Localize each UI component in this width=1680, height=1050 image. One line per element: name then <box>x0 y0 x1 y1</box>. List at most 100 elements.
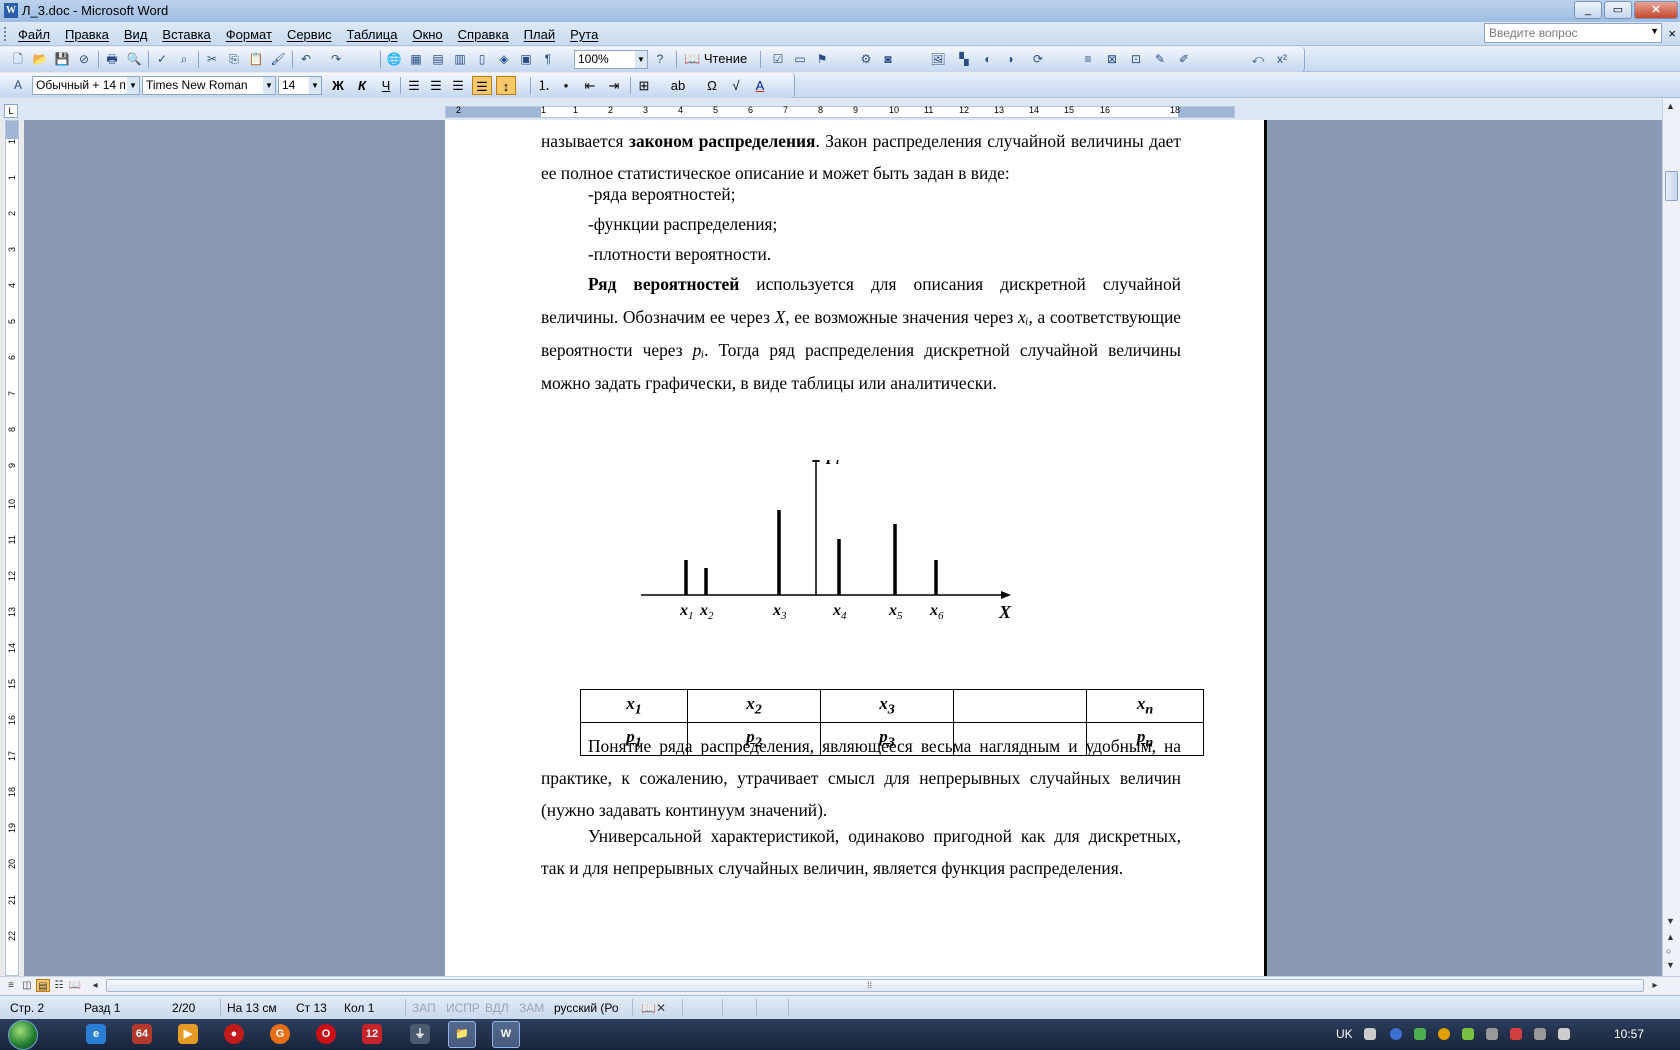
menu-grip[interactable] <box>4 27 7 41</box>
hyperlink-icon[interactable]: 🌐 <box>386 51 402 67</box>
tray-clock[interactable]: 10:57 <box>1614 1027 1644 1041</box>
zoom-select[interactable]: 100% ▼ <box>574 50 648 69</box>
help-icon[interactable]: ? <box>652 51 668 67</box>
align-center-icon[interactable]: ☰ <box>426 76 446 95</box>
insert-table-icon[interactable]: ▤ <box>430 51 446 67</box>
table-cell[interactable]: xn <box>1086 689 1204 723</box>
text-wrap-icon[interactable]: ⊡ <box>1128 51 1144 67</box>
control-icon[interactable]: ◙ <box>880 51 896 67</box>
security-icon[interactable] <box>1510 1028 1522 1040</box>
contrast-icon[interactable]: ◐ <box>980 51 996 67</box>
decrease-indent-icon[interactable]: ⇤ <box>580 76 600 95</box>
print-preview-icon[interactable]: 🔍 <box>126 51 142 67</box>
menu-file[interactable]: Файл <box>18 27 50 42</box>
increase-indent-icon[interactable]: ⇥ <box>604 76 624 95</box>
table-cell[interactable] <box>953 689 1087 723</box>
redo-icon[interactable]: ↷ <box>328 51 344 67</box>
tray-language[interactable]: UK <box>1336 1027 1353 1041</box>
print-layout-icon[interactable]: ▤ <box>36 979 50 992</box>
scroll-grip-icon[interactable]: ⁞⁞ <box>867 980 872 990</box>
scroll-right-icon[interactable]: ▸ <box>1648 979 1662 992</box>
bullets-icon[interactable]: • <box>556 76 576 95</box>
picture-icon[interactable]: 🖼 <box>930 51 946 67</box>
horizontal-ruler[interactable]: 2 1 1 2 3 4 5 6 7 8 9 10 11 12 13 14 15 16 18 <box>445 105 1235 118</box>
prev-page-icon[interactable]: ▲ <box>1666 932 1675 942</box>
keyboard-icon[interactable] <box>1364 1028 1376 1040</box>
undo-icon[interactable]: ↶ <box>298 51 314 67</box>
open-folder-icon[interactable]: 📂 <box>32 51 48 67</box>
64-icon[interactable]: 64 <box>132 1024 152 1044</box>
opera-red-icon[interactable]: O <box>316 1024 336 1044</box>
status-overtype[interactable]: ЗАМ <box>519 1001 544 1015</box>
ie-icon[interactable]: e <box>86 1024 106 1044</box>
scroll-down-icon[interactable]: ▼ <box>1666 916 1675 926</box>
insert-excel-icon[interactable]: ▥ <box>452 51 468 67</box>
media-icon[interactable]: ▶ <box>178 1024 198 1044</box>
chevron-down-icon[interactable]: ▼ <box>309 77 321 94</box>
menu-tools[interactable]: Сервис <box>287 27 332 42</box>
align-right-icon[interactable]: ☰ <box>448 76 468 95</box>
vertical-ruler[interactable]: 1 1 2 3 4 5 6 7 8 9 10 11 12 13 14 15 16 17 18 19 20 21 22 <box>5 120 19 976</box>
borders-icon[interactable]: ⊞ <box>634 76 654 95</box>
table-cell[interactable]: x1 <box>580 689 688 723</box>
menu-table[interactable]: Таблица <box>346 27 397 42</box>
tab-selector[interactable]: L <box>4 104 18 118</box>
restore-button[interactable]: ▭ <box>1604 1 1632 19</box>
start-button[interactable] <box>8 1020 38 1050</box>
drawing-icon[interactable]: ◈ <box>496 51 512 67</box>
save-icon[interactable]: 💾 <box>54 51 70 67</box>
menu-play[interactable]: Плай <box>524 27 555 42</box>
flash-icon[interactable] <box>1390 1028 1402 1040</box>
doc-close-icon[interactable]: × <box>1668 26 1676 41</box>
speaker-icon[interactable] <box>1414 1028 1426 1040</box>
copy-icon[interactable]: ⎘ <box>226 51 242 67</box>
web-tools-icon[interactable]: ⚙ <box>858 51 874 67</box>
justify-icon[interactable]: ☰ <box>472 76 492 95</box>
explorer-icon[interactable]: 📁 <box>448 1021 476 1048</box>
scroll-left-icon[interactable]: ◂ <box>88 979 102 992</box>
menu-edit[interactable]: Правка <box>65 27 109 42</box>
status-language[interactable]: русский (Ро <box>554 1001 619 1015</box>
print-icon[interactable]: 🖶 <box>104 51 120 67</box>
table-cell[interactable]: x3 <box>820 689 954 723</box>
document-map-icon[interactable]: ▣ <box>518 51 534 67</box>
menu-ruta[interactable]: Рута <box>570 27 598 42</box>
italic-button[interactable]: К <box>352 76 372 95</box>
flag-icon[interactable]: ⚑ <box>814 51 830 67</box>
usb-icon[interactable]: ⏚ <box>410 1024 430 1044</box>
tables-borders-icon[interactable]: ▦ <box>408 51 424 67</box>
ask-dropdown-icon[interactable]: ▼ <box>1650 26 1659 36</box>
menu-view[interactable]: Вид <box>124 27 148 42</box>
status-record[interactable]: ЗАП <box>412 1001 436 1015</box>
numbering-icon[interactable]: ⒈ <box>534 76 554 95</box>
spelling-icon[interactable]: ✓ <box>154 51 170 67</box>
menu-format[interactable]: Формат <box>226 27 272 42</box>
crop-icon[interactable]: ▚ <box>956 51 972 67</box>
menu-window[interactable]: Окно <box>412 27 442 42</box>
chevron-down-icon[interactable]: ▼ <box>127 77 139 94</box>
nvidia-icon[interactable] <box>1462 1028 1474 1040</box>
bold-button[interactable]: Ж <box>328 76 348 95</box>
underline-button[interactable]: Ч <box>376 76 396 95</box>
menu-insert[interactable]: Вставка <box>162 27 210 42</box>
new-document-icon[interactable]: 🗋 <box>10 51 26 67</box>
styles-icon[interactable]: A <box>10 77 26 93</box>
scroll-track[interactable]: ⁞⁞ <box>106 979 1644 992</box>
research-icon[interactable]: ⌕ <box>176 51 192 67</box>
columns-icon[interactable]: ▯ <box>474 51 490 67</box>
normal-view-icon[interactable]: ≡ <box>4 979 18 992</box>
12-icon[interactable]: 12 <box>362 1024 382 1044</box>
chevron-down-icon[interactable]: ▼ <box>635 51 647 68</box>
font-select[interactable]: Times New Roman ▼ <box>142 76 276 95</box>
spelling-status-icon[interactable]: 📖✕ <box>641 1001 666 1015</box>
read-button[interactable]: 📖 Чтение <box>684 51 747 67</box>
paste-icon[interactable]: 📋 <box>248 51 264 67</box>
network-icon[interactable] <box>1486 1028 1498 1040</box>
monitor-icon[interactable] <box>1534 1028 1546 1040</box>
forms-icon[interactable]: ☑ <box>770 51 786 67</box>
highlight-icon[interactable]: ab <box>668 76 688 95</box>
word-icon[interactable]: W <box>492 1021 520 1048</box>
frame-icon[interactable]: ▭ <box>792 51 808 67</box>
opera-icon[interactable]: ● <box>224 1024 244 1044</box>
style-select[interactable]: Обычный + 14 п ▼ <box>32 76 140 95</box>
